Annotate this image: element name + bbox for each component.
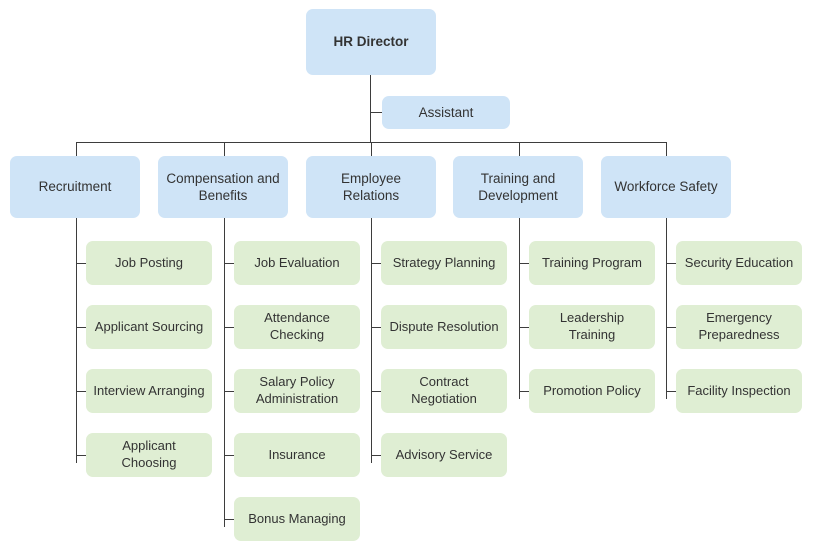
node-task-job-evaluation[interactable]: Job Evaluation bbox=[234, 241, 360, 285]
node-department-training-and-development[interactable]: Training and Development bbox=[453, 156, 583, 218]
connector-stub-3-3 bbox=[371, 391, 381, 392]
connector-bus-drop-2 bbox=[224, 142, 225, 156]
node-task-salary-policy-administration[interactable]: Salary Policy Administration bbox=[234, 369, 360, 413]
node-task-training-program[interactable]: Training Program bbox=[529, 241, 655, 285]
node-task-strategy-planning[interactable]: Strategy Planning bbox=[381, 241, 507, 285]
connector-trunk-2 bbox=[224, 218, 225, 527]
connector-bus-drop-5 bbox=[666, 142, 667, 156]
node-department-workforce-safety[interactable]: Workforce Safety bbox=[601, 156, 731, 218]
node-task-job-posting[interactable]: Job Posting bbox=[86, 241, 212, 285]
connector-stub-3-4 bbox=[371, 455, 381, 456]
node-department-recruitment[interactable]: Recruitment bbox=[10, 156, 140, 218]
connector-bus-drop-3 bbox=[371, 142, 372, 156]
connector-stub-2-2 bbox=[224, 327, 234, 328]
node-hr-director[interactable]: HR Director bbox=[306, 9, 436, 75]
node-task-bonus-managing[interactable]: Bonus Managing bbox=[234, 497, 360, 541]
connector-stub-1-3 bbox=[76, 391, 86, 392]
connector-stub-4-2 bbox=[519, 327, 529, 328]
connector-stub-2-1 bbox=[224, 263, 234, 264]
node-task-leadership-training[interactable]: Leadership Training bbox=[529, 305, 655, 349]
connector-root-stem bbox=[370, 75, 371, 143]
connector-stub-1-1 bbox=[76, 263, 86, 264]
node-department-compensation-and-benefits[interactable]: Compensation and Benefits bbox=[158, 156, 288, 218]
connector-trunk-5 bbox=[666, 218, 667, 399]
connector-stub-1-4 bbox=[76, 455, 86, 456]
node-department-employee-relations[interactable]: Employee Relations bbox=[306, 156, 436, 218]
node-task-contract-negotiation[interactable]: Contract Negotiation bbox=[381, 369, 507, 413]
node-task-dispute-resolution[interactable]: Dispute Resolution bbox=[381, 305, 507, 349]
node-task-attendance-checking[interactable]: Attendance Checking bbox=[234, 305, 360, 349]
node-task-emergency-preparedness[interactable]: Emergency Preparedness bbox=[676, 305, 802, 349]
connector-stub-2-5 bbox=[224, 519, 234, 520]
node-task-promotion-policy[interactable]: Promotion Policy bbox=[529, 369, 655, 413]
node-task-facility-inspection[interactable]: Facility Inspection bbox=[676, 369, 802, 413]
node-task-security-education[interactable]: Security Education bbox=[676, 241, 802, 285]
connector-trunk-1 bbox=[76, 218, 77, 463]
connector-stub-2-3 bbox=[224, 391, 234, 392]
connector-stub-5-1 bbox=[666, 263, 676, 264]
connector-trunk-3 bbox=[371, 218, 372, 463]
connector-bus-drop-4 bbox=[519, 142, 520, 156]
connector-stub-5-2 bbox=[666, 327, 676, 328]
connector-bus-drop-1 bbox=[76, 142, 77, 156]
org-chart-canvas: HR Director Assistant Recruitment Compen… bbox=[0, 0, 818, 554]
node-task-interview-arranging[interactable]: Interview Arranging bbox=[86, 369, 212, 413]
node-assistant[interactable]: Assistant bbox=[382, 96, 510, 129]
node-task-advisory-service[interactable]: Advisory Service bbox=[381, 433, 507, 477]
connector-trunk-4 bbox=[519, 218, 520, 399]
node-task-insurance[interactable]: Insurance bbox=[234, 433, 360, 477]
node-task-applicant-sourcing[interactable]: Applicant Sourcing bbox=[86, 305, 212, 349]
connector-stub-3-1 bbox=[371, 263, 381, 264]
connector-stub-1-2 bbox=[76, 327, 86, 328]
connector-stub-4-3 bbox=[519, 391, 529, 392]
connector-stub-4-1 bbox=[519, 263, 529, 264]
connector-stub-5-3 bbox=[666, 391, 676, 392]
connector-stub-3-2 bbox=[371, 327, 381, 328]
node-task-applicant-choosing[interactable]: Applicant Choosing bbox=[86, 433, 212, 477]
connector-stub-2-4 bbox=[224, 455, 234, 456]
